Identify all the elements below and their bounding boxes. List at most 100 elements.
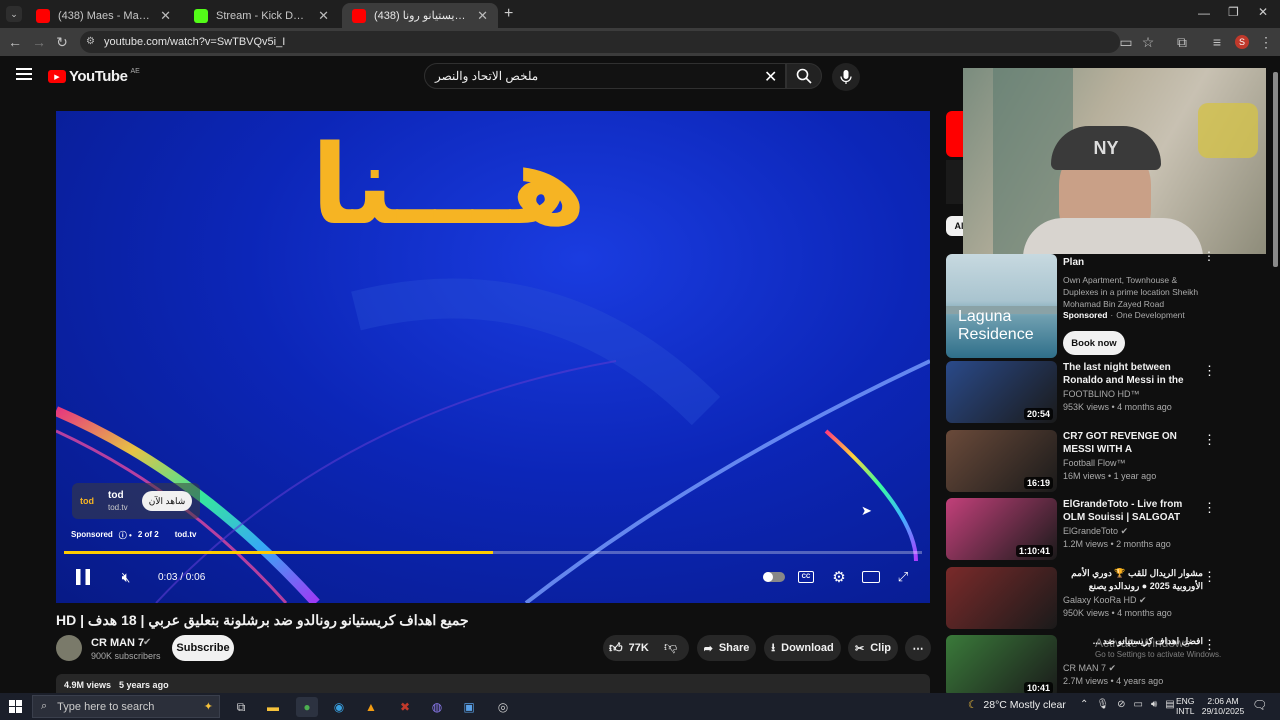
app-taskbar-icon[interactable]: ▲ [360,697,382,717]
volume-icon[interactable]: 🔊︎ [1151,699,1157,710]
video-thumbnail[interactable]: 10:41 [946,635,1057,697]
chevron-up-icon[interactable]: ⌃ [1080,699,1088,710]
info-icon[interactable]: ⓘ • [119,530,132,541]
more-actions-button[interactable]: ⋯ [905,635,931,661]
download-button[interactable]: ⭳ Download [764,635,841,661]
restore-icon[interactable]: ❐ [1228,5,1239,19]
autoplay-toggle[interactable] [763,572,785,582]
close-window-icon[interactable]: ✕ [1258,5,1268,19]
recommended-video[interactable]: 16:19 CR7 GOT REVENGE ON MESSI WITH A SPE… [946,430,1236,492]
microphone-icon[interactable]: 🎙︎ [1096,699,1109,710]
discord-taskbar-icon[interactable]: ◍ [426,697,448,717]
browser-tab-2[interactable]: Stream - Kick Dashboard ✕ [184,3,339,28]
scrollbar-thumb[interactable] [1273,72,1278,267]
video-title[interactable]: ElGrandeToto - Live from OLM Souissi | S… [1063,498,1203,524]
dislike-button[interactable]: 👎︎ [664,639,677,655]
chrome-menu-icon[interactable]: ⋮ [1255,31,1277,53]
search-input[interactable]: ملخص الاتحاد والنصر [424,63,786,89]
site-info-icon[interactable]: ⚙ [86,36,95,47]
clip-button[interactable]: ✂ Clip [848,635,898,661]
ad-cta-button[interactable]: شاهد الآن [142,491,192,511]
video-thumbnail[interactable] [946,567,1057,629]
language-indicator[interactable]: ENG INTL [1176,696,1194,716]
clear-search-icon[interactable]: ✕ [764,67,777,87]
pause-icon[interactable] [72,566,94,588]
video-title[interactable]: CR7 GOT REVENGE ON MESSI WITH A SPECTACU… [1063,430,1203,456]
more-options-icon[interactable]: ⋮ [1203,500,1216,516]
fullscreen-icon[interactable]: ⤢ [894,568,912,586]
notifications-icon[interactable]: 🗨︎ [1252,698,1267,712]
chrome-taskbar-icon[interactable]: ● [296,697,318,717]
app-taskbar-icon-3[interactable]: ▣ [458,697,480,717]
progress-bar[interactable] [64,551,922,554]
reload-icon[interactable]: ↻ [51,31,73,53]
taskbar-search-box[interactable]: ⌕ Type here to search ✦ [32,695,220,718]
video-player[interactable]: هـــنا tod tod tod.tv شاهد الآن Sponsore… [56,111,930,603]
back-icon[interactable]: ← [4,31,26,53]
like-button[interactable]: 👍︎ 77K [609,640,649,656]
book-now-button[interactable]: Book now [1063,331,1125,355]
more-options-icon[interactable]: ⋮ [1203,569,1216,585]
forward-icon[interactable]: → [28,31,50,53]
tab-title: Stream - Kick Dashboard [216,9,311,22]
channel-name[interactable]: FOOTBLINO HD™ [1063,389,1140,399]
clock[interactable]: 2:06 AM 29/10/2025 [1200,696,1246,716]
voice-search-button[interactable] [832,63,860,91]
channel-name[interactable]: Football Flow™ [1063,458,1126,468]
bookmark-star-icon[interactable]: ☆ [1137,31,1159,53]
weather-widget[interactable]: ☾ 28°C Mostly clear [968,699,1066,711]
browser-tab-3[interactable]: (438) جميع اهداف كريستيانو رونا ✕ [342,3,498,28]
recommended-video[interactable]: 20:54 The last night between Ronaldo and … [946,361,1236,423]
captions-icon[interactable]: CC [798,571,814,583]
windows-start-icon[interactable] [9,700,22,713]
subscribe-button[interactable]: Subscribe [172,635,234,661]
task-view-icon[interactable]: ⧉ [230,697,252,717]
close-icon[interactable]: ✕ [477,8,488,24]
system-tray-icons[interactable]: ⌃ 🎙︎ ⊘ ▭ 🔊︎ ▤ [1080,699,1175,710]
sidebar-ad-thumbnail[interactable]: Laguna Residence [946,254,1057,358]
tab-search-button[interactable]: ⌄ [6,6,22,22]
sponsor-domain[interactable]: tod.tv [175,530,197,541]
more-options-icon[interactable]: ⋮ [1203,363,1216,379]
more-options-icon[interactable]: ⋮ [1203,432,1216,448]
monitor-icon[interactable]: ▭ [1133,699,1142,710]
cast-icon[interactable]: ▭ [1115,31,1137,53]
theater-mode-icon[interactable] [862,571,880,583]
video-title[interactable]: The last night between Ronaldo and Messi… [1063,361,1203,387]
video-thumbnail[interactable]: 1:10:41 [946,498,1057,560]
new-tab-button[interactable]: + [504,5,513,23]
extensions-icon[interactable]: ⧉ [1171,31,1193,53]
search-button[interactable] [786,63,822,89]
sidebar-ad-more-icon[interactable]: ⋮ [1203,249,1215,263]
youtube-logo[interactable]: ▶ YouTube AE [48,68,140,85]
file-explorer-icon[interactable]: ▬ [262,697,284,717]
video-thumbnail[interactable]: 16:19 [946,430,1057,492]
mute-icon[interactable]: 🔇︎ [116,568,136,586]
settings-gear-icon[interactable]: ⚙ [830,568,848,586]
minimize-icon[interactable]: — [1198,6,1210,20]
app-taskbar-icon-2[interactable]: ✖ [394,697,416,717]
description-box[interactable] [56,674,930,694]
close-icon[interactable]: ✕ [318,8,329,24]
browser-tab-1[interactable]: (438) Maes - Magie (Slowed + ✕ [26,3,181,28]
profile-avatar[interactable]: S [1235,35,1249,49]
video-thumbnail[interactable]: 20:54 [946,361,1057,423]
media-control-icon[interactable]: ≡ [1206,31,1228,53]
edge-taskbar-icon[interactable]: ◉ [328,697,350,717]
hamburger-menu-icon[interactable] [16,68,32,80]
share-button[interactable]: ➦ Share [697,635,756,661]
channel-name[interactable]: CR MAN 7 [91,637,144,649]
recommended-video[interactable]: 1:10:41 ElGrandeToto - Live from OLM Soui… [946,498,1236,560]
address-bar[interactable]: youtube.com/watch?v=SwTBVQv5i_I [80,31,1120,53]
close-icon[interactable]: ✕ [160,8,171,24]
camera-icon[interactable]: ⊘ [1117,699,1125,710]
channel-avatar[interactable] [56,635,82,661]
video-overlay-text: هـــنا [311,121,587,249]
recommended-video[interactable]: مشوار الريدال للقب 🏆 دوري الأمم الأوروبي… [946,567,1236,629]
network-icon[interactable]: ▤ [1165,699,1174,710]
channel-name[interactable]: ElGrandeToto ✔ [1063,526,1128,537]
channel-name[interactable]: CR MAN 7 ✔ [1063,663,1116,674]
channel-name[interactable]: Galaxy KooRa HD ✔ [1063,595,1147,606]
obs-taskbar-icon[interactable]: ◎ [492,697,514,717]
video-title[interactable]: مشوار الريدال للقب 🏆 دوري الأمم الأوروبي… [1063,567,1203,593]
